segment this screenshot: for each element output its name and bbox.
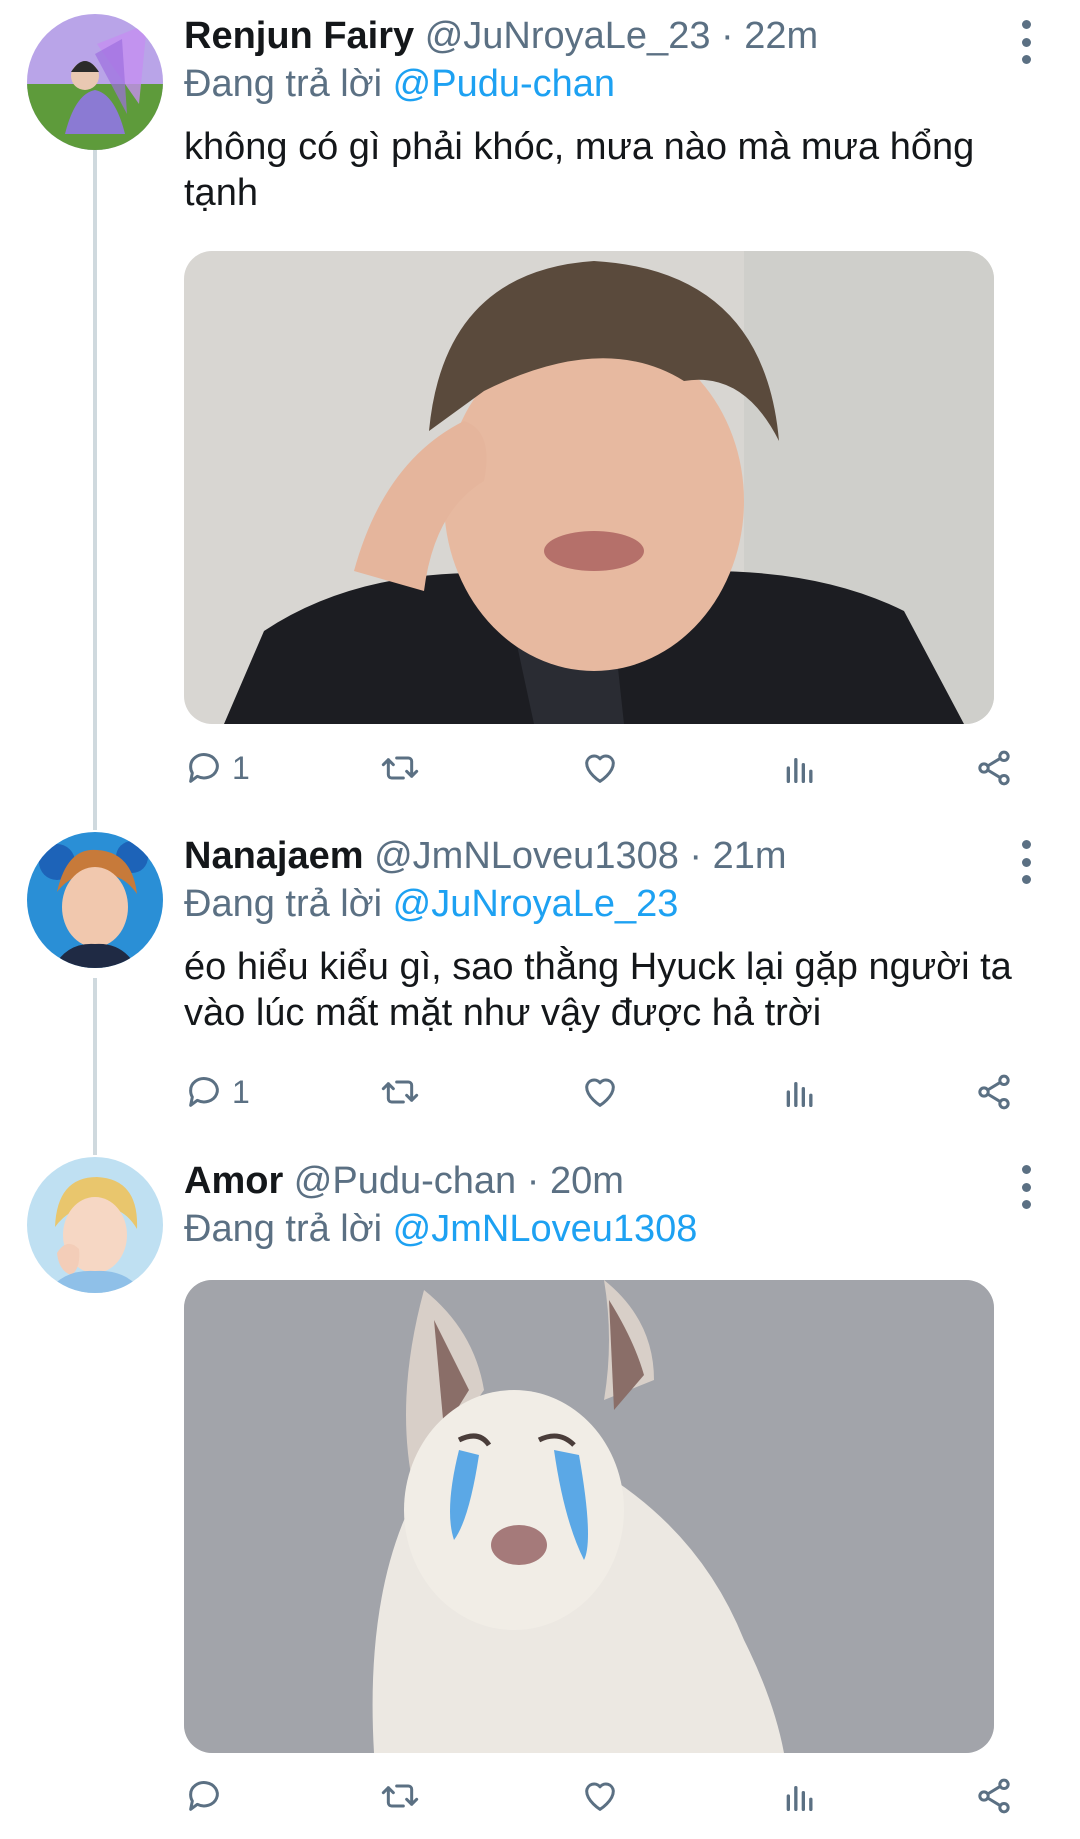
retweet-icon: [381, 1784, 419, 1808]
like-button[interactable]: [580, 1771, 620, 1821]
mention-link[interactable]: @Pudu-chan: [393, 63, 615, 105]
reply-count: 1: [232, 1073, 250, 1110]
avatar[interactable]: [27, 1157, 163, 1293]
tweet-actions: 1: [184, 1067, 1024, 1117]
thread-line: [93, 1135, 97, 1155]
tweet-3[interactable]: Amor @Pudu-chan · 20m Đang trả lời @JmNL…: [0, 1135, 1080, 1839]
share-button[interactable]: [974, 1771, 1014, 1821]
reply-icon: [189, 753, 219, 783]
replying-to-label: Đang trả lời: [184, 1208, 383, 1250]
share-icon: [978, 1074, 1010, 1110]
mention-link[interactable]: @JuNroyaLe_23: [393, 883, 679, 925]
like-button[interactable]: [580, 1067, 620, 1117]
retweet-button[interactable]: [380, 1067, 420, 1117]
tweet-header: Amor @Pudu-chan · 20m: [184, 1157, 624, 1205]
avatar[interactable]: [27, 832, 163, 968]
tweet-image[interactable]: [184, 1280, 994, 1753]
more-icon[interactable]: [1020, 20, 1032, 64]
thread-line: [93, 978, 97, 1135]
like-button[interactable]: [580, 743, 620, 793]
reply-icon: [189, 1077, 219, 1107]
display-name[interactable]: Nanajaem: [184, 835, 364, 877]
analytics-icon: [786, 1786, 813, 1811]
tweet-actions: 1: [184, 743, 1024, 793]
retweet-button[interactable]: [380, 743, 420, 793]
more-icon[interactable]: [1020, 840, 1032, 884]
tweet-actions: [184, 1771, 1024, 1821]
like-icon: [585, 1078, 615, 1107]
username[interactable]: @JmNLoveu1308: [374, 835, 679, 877]
share-button[interactable]: [974, 1067, 1014, 1117]
retweet-button[interactable]: [380, 1771, 420, 1821]
replying-to: Đang trả lời @JmNLoveu1308: [184, 1205, 697, 1253]
retweet-icon: [381, 1080, 419, 1104]
mention-link[interactable]: @JmNLoveu1308: [393, 1208, 698, 1250]
tweet-text: éo hiểu kiểu gì, sao thằng Hyuck lại gặp…: [184, 946, 1012, 1034]
tweet-image[interactable]: [184, 251, 994, 724]
tweet-2[interactable]: Nanajaem @JmNLoveu1308 · 21m Đang trả lờ…: [0, 810, 1080, 1135]
separator-dot: ·: [689, 835, 703, 877]
replying-to-label: Đang trả lời: [184, 883, 383, 925]
thread-line: [93, 810, 97, 830]
reply-button[interactable]: 1: [184, 1067, 250, 1117]
tweet-header: Renjun Fairy @JuNroyaLe_23 · 22m: [184, 12, 818, 60]
analytics-icon: [786, 758, 813, 783]
analytics-button[interactable]: [780, 1067, 820, 1117]
like-icon: [585, 754, 615, 783]
reply-count: 1: [232, 749, 250, 786]
display-name[interactable]: Renjun Fairy: [184, 15, 414, 57]
analytics-icon: [786, 1082, 813, 1107]
display-name[interactable]: Amor: [184, 1160, 283, 1202]
share-icon: [978, 750, 1010, 786]
tweet-1[interactable]: Renjun Fairy @JuNroyaLe_23 · 22m Đang tr…: [0, 0, 1080, 810]
replying-to: Đang trả lời @Pudu-chan: [184, 60, 615, 108]
tweet-text: không có gì phải khóc, mưa nào mà mưa hổ…: [184, 126, 975, 214]
timestamp[interactable]: 21m: [713, 835, 787, 877]
more-icon[interactable]: [1020, 1165, 1032, 1209]
separator-dot: ·: [526, 1160, 540, 1202]
reply-button[interactable]: [184, 1771, 232, 1821]
analytics-button[interactable]: [780, 743, 820, 793]
avatar[interactable]: [27, 14, 163, 150]
username[interactable]: @Pudu-chan: [294, 1160, 516, 1202]
replying-to-label: Đang trả lời: [184, 63, 383, 105]
analytics-button[interactable]: [780, 1771, 820, 1821]
share-icon: [978, 1778, 1010, 1814]
reply-button[interactable]: 1: [184, 743, 250, 793]
timestamp[interactable]: 20m: [550, 1160, 624, 1202]
thread-line: [93, 150, 97, 810]
timestamp[interactable]: 22m: [744, 15, 818, 57]
reply-icon: [189, 1781, 219, 1811]
tweet-header: Nanajaem @JmNLoveu1308 · 21m: [184, 832, 787, 880]
share-button[interactable]: [974, 743, 1014, 793]
separator-dot: ·: [721, 15, 734, 57]
replying-to: Đang trả lời @JuNroyaLe_23: [184, 880, 678, 928]
like-icon: [585, 1782, 615, 1811]
username[interactable]: @JuNroyaLe_23: [425, 15, 711, 57]
retweet-icon: [381, 756, 419, 780]
